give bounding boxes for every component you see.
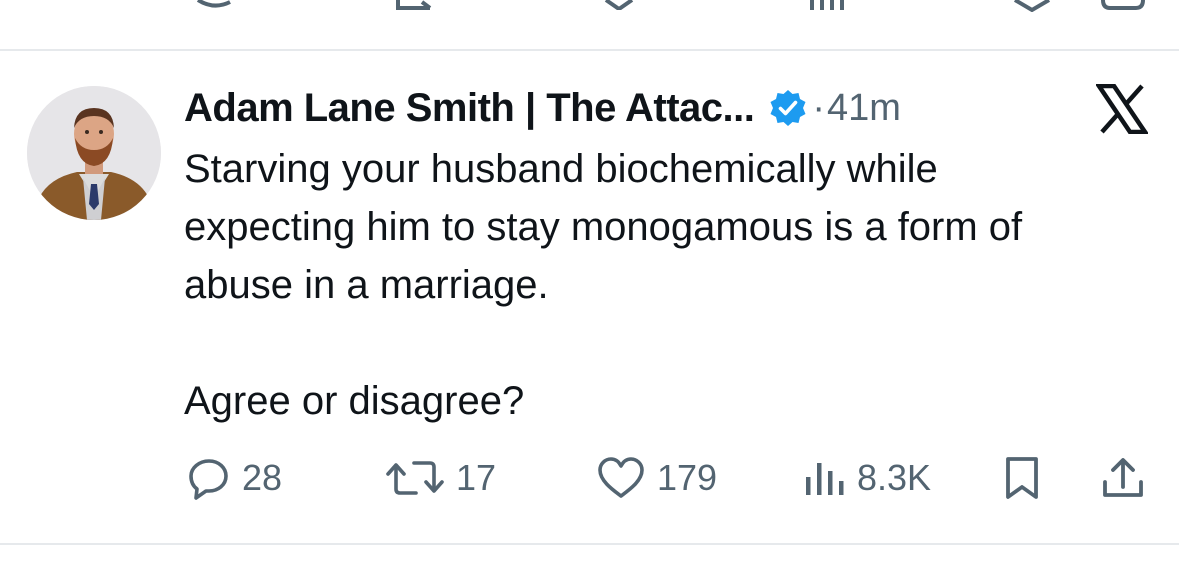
divider-bottom	[0, 543, 1179, 545]
views-button[interactable]: 8.3K	[803, 448, 931, 508]
bookmark-button[interactable]	[1000, 448, 1044, 508]
tweet-header: Adam Lane Smith | The Attac... · 41m	[184, 80, 901, 136]
previous-views-icon[interactable]	[808, 0, 848, 12]
previous-repost-icon[interactable]	[392, 0, 442, 14]
heart-icon	[598, 457, 644, 498]
avatar[interactable]	[27, 86, 161, 220]
previous-reply-icon[interactable]	[196, 0, 232, 12]
share-button[interactable]	[1100, 448, 1146, 508]
repost-button[interactable]: 17	[384, 448, 496, 508]
avatar-image	[27, 86, 161, 220]
like-button[interactable]: 179	[595, 448, 717, 508]
tweet-text-line-1: Starving your husband biochemically whil…	[184, 147, 938, 191]
tweet-text: Starving your husband biochemically whil…	[184, 140, 1164, 430]
previous-like-icon[interactable]	[604, 0, 634, 10]
reply-count: 28	[242, 457, 283, 498]
reply-button[interactable]: 28	[186, 448, 282, 508]
tweet-text-question: Agree or disagree?	[184, 379, 525, 423]
bookmark-icon	[1006, 457, 1038, 499]
separator-dot: ·	[812, 86, 826, 129]
views-count: 8.3K	[857, 457, 932, 498]
previous-share-icon[interactable]	[1100, 0, 1146, 12]
previous-tweet-actions	[0, 0, 1179, 20]
tweet-text-line-3: abuse in a marriage.	[184, 263, 549, 307]
previous-bookmark-icon[interactable]	[1012, 0, 1052, 12]
verified-badge-icon	[768, 88, 808, 128]
tweet-timestamp[interactable]: 41m	[827, 87, 901, 130]
tweet-text-line-2: expecting him to stay monogamous is a fo…	[184, 205, 1023, 249]
tweet-actions: 28 17 179 8.3K	[0, 448, 1179, 508]
views-chart-icon	[806, 463, 844, 495]
like-count: 179	[657, 457, 718, 498]
share-icon	[1103, 458, 1143, 497]
repost-count: 17	[456, 457, 497, 498]
reply-icon	[189, 459, 228, 500]
divider-top	[0, 49, 1179, 51]
repost-icon	[386, 461, 444, 495]
x-logo-icon	[1094, 83, 1150, 135]
author-name[interactable]: Adam Lane Smith | The Attac...	[184, 86, 755, 131]
